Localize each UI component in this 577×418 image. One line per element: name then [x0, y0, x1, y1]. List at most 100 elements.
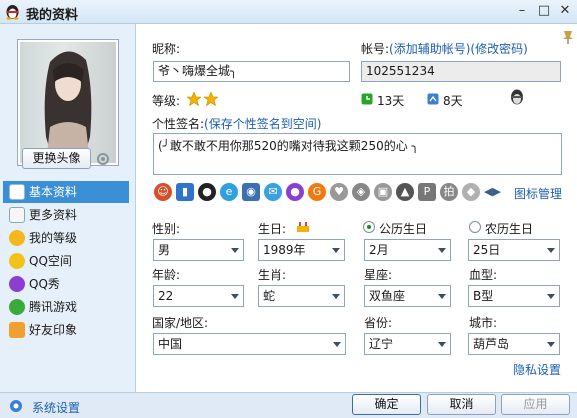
birthday-label: 生日: — [258, 222, 287, 236]
privacy-settings-link[interactable]: 隐私设置 — [513, 361, 561, 378]
footer-bar: 系统设置 确定 取消 应用 — [0, 392, 577, 418]
camera-icon[interactable]: ◉ — [242, 183, 260, 201]
music-icon[interactable]: G — [308, 183, 326, 201]
crown-icon — [9, 230, 25, 246]
close-icon[interactable]: ✕ — [556, 2, 574, 20]
sidebar-item-label: 基本资料 — [29, 185, 78, 199]
chevron-down-icon — [547, 294, 555, 299]
birth-month-select[interactable]: 2月 — [364, 239, 451, 261]
birth-day-value: 25日 — [473, 243, 501, 257]
document-icon — [9, 207, 25, 223]
minimize-icon[interactable]: – — [513, 2, 531, 20]
sidebar-item-label: 好友印象 — [29, 323, 78, 337]
save-signature-link[interactable]: (保存个性签名到空间) — [204, 117, 321, 131]
account-label: 帐号:(添加辅助帐号)(修改密码) — [361, 40, 528, 57]
blood-type-select[interactable]: B型 — [468, 285, 560, 307]
chevron-down-icon — [231, 248, 239, 253]
level-star-icon — [187, 92, 201, 106]
change-password-link[interactable]: (修改密码) — [470, 42, 527, 56]
change-avatar-button[interactable]: 更换头像 — [22, 148, 91, 169]
lunar-birthday-label: 农历生日 — [485, 222, 534, 236]
box-icon[interactable]: ▣ — [374, 183, 392, 201]
scroll-arrows-icon[interactable]: ◀▶ — [484, 185, 501, 198]
birth-month-value: 2月 — [369, 243, 389, 257]
settings-gear-icon[interactable] — [8, 398, 24, 414]
upgrade-icon — [427, 93, 439, 105]
lunar-birthday-radio[interactable] — [469, 221, 481, 233]
sidebar-item-games[interactable]: 腾讯游戏 — [3, 296, 129, 318]
sidebar-item-my-level[interactable]: 我的等级 — [3, 227, 129, 249]
impression-icon — [9, 322, 25, 338]
chevron-down-icon — [547, 342, 555, 347]
constellation-label: 星座: — [364, 268, 393, 282]
city-select[interactable]: 葫芦岛 — [468, 333, 560, 355]
sidebar-item-more-info[interactable]: 更多资料 — [3, 204, 129, 226]
province-select[interactable]: 辽宁 — [364, 333, 451, 355]
qq-mail-icon[interactable]: ✉ — [264, 183, 282, 201]
smile-badge-icon[interactable]: ☺ — [154, 183, 172, 201]
solar-birthday-label: 公历生日 — [379, 222, 428, 236]
zodiac-select[interactable]: 蛇 — [258, 285, 345, 307]
system-settings-link[interactable]: 系统设置 — [32, 399, 80, 416]
country-value: 中国 — [158, 337, 183, 351]
ok-button[interactable]: 确定 — [352, 394, 421, 415]
constellation-value: 双鱼座 — [369, 289, 406, 303]
sidebar-item-qqshow[interactable]: QQ秀 — [3, 273, 129, 295]
sidebar-item-friend-impression[interactable]: 好友印象 — [3, 319, 129, 341]
penguin-gray-icon[interactable]: ▲ — [396, 183, 414, 201]
age-value: 22 — [158, 289, 174, 303]
active-days: 13天 — [377, 94, 405, 108]
country-select[interactable]: 中国 — [153, 333, 346, 355]
chevron-down-icon — [438, 294, 446, 299]
pet-icon[interactable]: ● — [286, 183, 304, 201]
apply-button[interactable]: 应用 — [501, 394, 570, 415]
signature-label: 个性签名: — [152, 117, 205, 131]
qq-penguin-icon — [6, 5, 19, 20]
province-label: 省份: — [364, 316, 393, 330]
qqshow-icon — [9, 276, 25, 292]
chevron-down-icon — [438, 248, 446, 253]
cake-icon — [297, 222, 309, 232]
blood-type-value: B型 — [473, 289, 494, 303]
heart-icon[interactable]: ♥ — [330, 183, 348, 201]
p-icon[interactable]: P — [418, 183, 436, 201]
avatar-frame — [17, 39, 119, 166]
signature-textarea[interactable]: (╯敢不敢不用你那520的嘴对待我这颗250的心 ╮ — [153, 133, 562, 175]
account-label-text: 帐号: — [361, 42, 390, 56]
cancel-button[interactable]: 取消 — [427, 394, 496, 415]
penguin-icon[interactable]: ● — [198, 183, 216, 201]
id-card-icon — [9, 184, 25, 200]
avatar-photo — [44, 51, 92, 163]
maximize-icon[interactable]: □ — [535, 2, 553, 20]
pin-icon[interactable] — [562, 30, 574, 44]
birth-year-select[interactable]: 1989年 — [258, 239, 345, 261]
chevron-down-icon — [438, 342, 446, 347]
icon-manage-link[interactable]: 图标管理 — [514, 185, 562, 202]
clock-icon — [361, 93, 373, 105]
constellation-select[interactable]: 双鱼座 — [364, 285, 451, 307]
title-bar: 我的资料 – □ ✕ — [0, 0, 577, 24]
shield-icon[interactable]: ◈ — [352, 183, 370, 201]
signature-label-row: 个性签名:(保存个性签名到空间) — [152, 115, 321, 132]
level-star-icon — [204, 92, 218, 106]
sidebar-item-qzone[interactable]: QQ空间 — [3, 250, 129, 272]
paipai-icon[interactable]: 拍 — [440, 183, 458, 201]
birth-year-value: 1989年 — [263, 243, 306, 257]
birth-day-select[interactable]: 25日 — [468, 239, 560, 261]
chevron-down-icon — [332, 248, 340, 253]
window-title: 我的资料 — [26, 8, 79, 23]
account-field: 102551234 — [361, 61, 561, 82]
add-account-link[interactable]: (添加辅助帐号) — [389, 42, 470, 56]
city-label: 城市: — [469, 316, 498, 330]
avatar-tool-icon[interactable] — [96, 152, 110, 166]
gender-select[interactable]: 男 — [153, 239, 244, 261]
browser-icon[interactable]: e — [220, 183, 238, 201]
diamond-icon[interactable]: ◆ — [462, 183, 480, 201]
mobile-icon[interactable]: ▮ — [176, 183, 194, 201]
nickname-input[interactable]: 爷丶嗨爆全城╮ — [153, 61, 350, 82]
age-select[interactable]: 22 — [153, 285, 244, 307]
sidebar-item-label: QQ空间 — [29, 254, 72, 268]
city-value: 葫芦岛 — [473, 337, 510, 351]
solar-birthday-radio[interactable] — [363, 221, 375, 233]
sidebar-item-basic-info[interactable]: 基本资料 — [3, 181, 129, 203]
